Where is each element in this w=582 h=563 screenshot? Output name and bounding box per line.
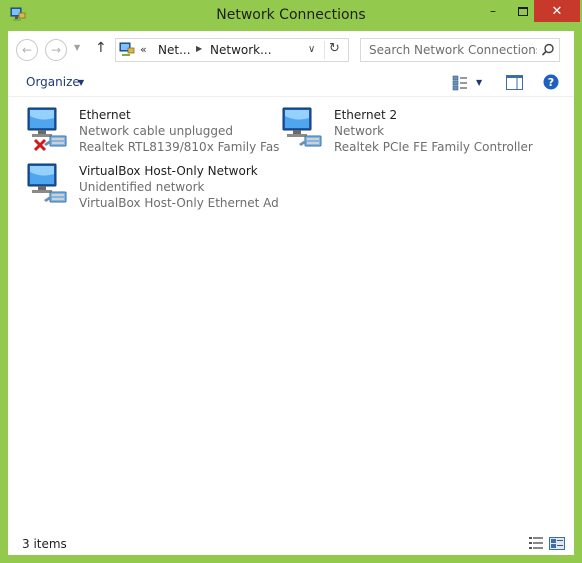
minimize-icon: – bbox=[490, 4, 496, 18]
network-adapter-icon bbox=[282, 107, 322, 147]
search-box[interactable] bbox=[360, 38, 560, 62]
list-item[interactable]: Ethernet Network cable unplugged Realtek… bbox=[24, 104, 279, 156]
network-connections-icon bbox=[119, 42, 135, 56]
view-options-icon[interactable] bbox=[452, 75, 468, 91]
connection-adapter: VirtualBox Host-Only Ethernet Ad... bbox=[79, 196, 279, 210]
network-adapter-icon bbox=[27, 163, 67, 203]
back-arrow-icon: ← bbox=[21, 43, 33, 57]
connection-adapter: Realtek RTL8139/810x Family Fast ... bbox=[79, 140, 279, 154]
forward-arrow-icon: → bbox=[50, 43, 62, 57]
refresh-button[interactable]: ↻ bbox=[329, 41, 340, 56]
close-button[interactable]: ✕ bbox=[534, 0, 580, 22]
close-icon: ✕ bbox=[551, 3, 563, 19]
item-text: Ethernet 2 Network Realtek PCIe FE Famil… bbox=[334, 107, 564, 155]
address-bar[interactable]: « Net... ▶ Network... ∨ ↻ bbox=[115, 38, 349, 62]
list-item[interactable]: VirtualBox Host-Only Network Unidentifie… bbox=[24, 160, 279, 212]
connection-name: VirtualBox Host-Only Network bbox=[79, 164, 258, 178]
chevron-down-icon: ▼ bbox=[74, 43, 81, 52]
details-view-icon[interactable] bbox=[529, 537, 543, 549]
breadcrumb-arrow-icon[interactable]: ▶ bbox=[196, 44, 202, 53]
up-button[interactable]: ↑ bbox=[95, 40, 107, 56]
window: Network Connections – ✕ ← → ▼ ↑ « Net...… bbox=[0, 0, 582, 563]
chevron-down-icon[interactable]: ▼ bbox=[476, 78, 482, 87]
connection-adapter: Realtek PCIe FE Family Controller bbox=[334, 140, 533, 154]
refresh-icon: ↻ bbox=[329, 41, 340, 56]
preview-pane-icon[interactable] bbox=[506, 75, 523, 90]
tiles-view-icon[interactable] bbox=[549, 537, 565, 550]
search-input[interactable] bbox=[361, 39, 537, 61]
maximize-icon bbox=[518, 6, 528, 16]
list-item[interactable]: Ethernet 2 Network Realtek PCIe FE Famil… bbox=[279, 104, 559, 156]
address-dropdown-button[interactable]: ∨ bbox=[308, 44, 315, 55]
explorer-client: ← → ▼ ↑ « Net... ▶ Network... ∨ ↻ Search… bbox=[8, 31, 574, 555]
up-arrow-icon: ↑ bbox=[95, 40, 107, 56]
chevron-down-icon[interactable]: ▼ bbox=[78, 78, 84, 87]
item-text: Ethernet Network cable unplugged Realtek… bbox=[79, 107, 279, 155]
organize-button[interactable]: Organize bbox=[26, 75, 80, 89]
help-icon[interactable]: ? bbox=[543, 74, 559, 90]
address-separator bbox=[324, 41, 325, 59]
status-bar: 3 items bbox=[8, 531, 574, 555]
command-bar: Organize ▼ ▼ ? bbox=[8, 69, 574, 97]
title-bar[interactable]: Network Connections – ✕ bbox=[0, 0, 582, 32]
connection-status: Unidentified network bbox=[79, 180, 205, 194]
connection-status: Network bbox=[334, 124, 385, 138]
minimize-button[interactable]: – bbox=[478, 0, 508, 22]
breadcrumb-segment[interactable]: Network... bbox=[210, 43, 272, 57]
svg-text:?: ? bbox=[548, 76, 554, 89]
item-count: 3 items bbox=[22, 537, 67, 551]
connection-name: Ethernet 2 bbox=[334, 108, 398, 122]
back-button[interactable]: ← bbox=[16, 39, 38, 61]
network-adapter-icon bbox=[27, 107, 67, 147]
forward-button[interactable]: → bbox=[45, 39, 67, 61]
search-icon[interactable] bbox=[541, 43, 555, 57]
recent-locations-dropdown[interactable]: ▼ bbox=[74, 43, 80, 52]
item-text: VirtualBox Host-Only Network Unidentifie… bbox=[79, 163, 279, 211]
connection-status: Network cable unplugged bbox=[79, 124, 234, 138]
breadcrumb-segment[interactable]: Net... bbox=[158, 43, 191, 57]
disconnected-icon bbox=[33, 138, 47, 152]
address-overflow-button[interactable]: « bbox=[140, 43, 147, 56]
connection-name: Ethernet bbox=[79, 108, 131, 122]
